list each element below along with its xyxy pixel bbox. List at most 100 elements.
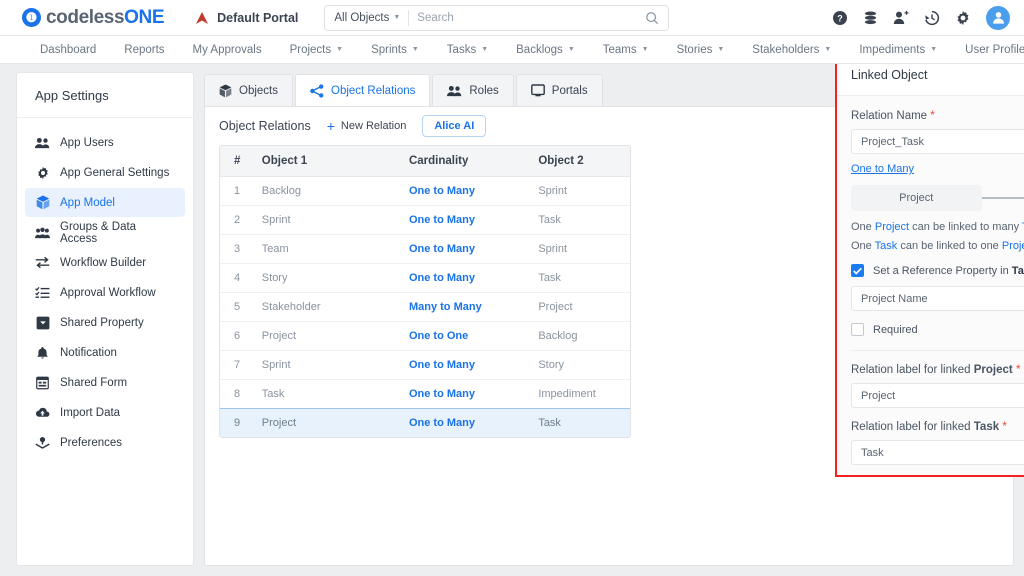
- relations-table: # Object 1 Cardinality Object 2 1 Backlo…: [220, 146, 630, 437]
- sidebar-item-app-users[interactable]: App Users: [25, 128, 185, 157]
- required-checkbox-row[interactable]: Required: [851, 323, 1024, 336]
- reference-property-checkbox[interactable]: [851, 264, 864, 277]
- chevron-down-icon: ▼: [336, 46, 344, 53]
- required-asterisk: *: [1002, 421, 1007, 433]
- table-row[interactable]: 2 Sprint One to Many Task: [220, 205, 630, 235]
- sidebar-item-workflow-builder[interactable]: Workflow Builder: [25, 248, 185, 277]
- linked-object-panel: Linked Object Save ••• Relation Name * O…: [835, 64, 1024, 477]
- relation-name-input[interactable]: [851, 129, 1024, 154]
- cell-cardinality[interactable]: One to Many: [408, 234, 539, 264]
- required-label: Required: [873, 323, 918, 336]
- cell-cardinality[interactable]: Many to Many: [408, 292, 539, 322]
- reference-property-select[interactable]: Project Name ▼: [851, 286, 1024, 311]
- database-icon[interactable]: [863, 10, 878, 26]
- relations-table-wrapper: # Object 1 Cardinality Object 2 1 Backlo…: [219, 145, 631, 438]
- sidebar-item-approval-workflow[interactable]: Approval Workflow: [25, 278, 185, 307]
- cell-cardinality[interactable]: One to One: [408, 321, 539, 351]
- brand-logo[interactable]: ❶ codelessONE: [22, 7, 165, 29]
- column-header-num[interactable]: #: [220, 146, 262, 177]
- table-row[interactable]: 3 Team One to Many Sprint: [220, 234, 630, 264]
- linked-object-title: Linked Object: [851, 67, 928, 82]
- top-header: ❶ codelessONE Default Portal All Objects…: [0, 0, 1024, 36]
- table-row[interactable]: 5 Stakeholder Many to Many Project: [220, 292, 630, 322]
- cell-cardinality[interactable]: One to Many: [408, 350, 539, 380]
- app-window: ❶ codelessONE Default Portal All Objects…: [0, 0, 1024, 576]
- required-checkbox[interactable]: [851, 323, 864, 336]
- sidebar-item-import-data[interactable]: Import Data: [25, 398, 185, 427]
- cell-num: 3: [220, 234, 262, 264]
- gear-icon[interactable]: [955, 10, 971, 26]
- add-user-icon[interactable]: [893, 10, 909, 26]
- chevron-down-icon: ▼: [824, 46, 832, 53]
- sidebar-item-app-general-settings[interactable]: App General Settings: [25, 158, 185, 187]
- cell-cardinality[interactable]: One to Many: [408, 205, 539, 235]
- nav-item-user-profiles[interactable]: User Profiles▼: [951, 44, 1024, 56]
- sidebar-item-shared-property[interactable]: Shared Property: [25, 308, 185, 337]
- tab-objects[interactable]: Objects: [204, 74, 293, 106]
- form-icon: [35, 376, 50, 390]
- avatar[interactable]: [986, 5, 1010, 30]
- nav-item-projects[interactable]: Projects ▼: [276, 44, 357, 56]
- cell-cardinality[interactable]: One to Many: [408, 176, 539, 206]
- table-row[interactable]: 6 Project One to One Backlog: [220, 321, 630, 351]
- table-row[interactable]: 7 Sprint One to Many Story: [220, 350, 630, 380]
- nav-item-sprints[interactable]: Sprints ▼: [357, 44, 433, 56]
- table-row-selected[interactable]: 9 Project One to Many Task: [220, 407, 630, 437]
- nav-item-stories[interactable]: Stories ▼: [663, 44, 739, 56]
- column-header-cardinality[interactable]: Cardinality: [408, 146, 539, 177]
- column-header-object1[interactable]: Object 1: [261, 146, 409, 177]
- linked-object-body: Relation Name * One to Many Project: [837, 96, 1024, 475]
- sidebar-item-notification[interactable]: Notification: [25, 338, 185, 367]
- tab-roles[interactable]: Roles: [432, 74, 514, 106]
- reference-property-checkbox-row[interactable]: Set a Reference Property in Task?: [851, 264, 1024, 277]
- sidebar-item-preferences[interactable]: Preferences: [25, 428, 185, 457]
- bell-icon: [35, 346, 50, 360]
- search-icon[interactable]: [645, 11, 659, 25]
- relation-label-right-input[interactable]: [851, 440, 1024, 465]
- alice-ai-button[interactable]: Alice AI: [422, 115, 487, 137]
- search-scope-dropdown[interactable]: All Objects ▼: [334, 12, 400, 24]
- portal-selector[interactable]: Default Portal: [194, 11, 298, 25]
- relation-diagram: Project Task: [851, 185, 1024, 211]
- nav-item-teams[interactable]: Teams ▼: [589, 44, 663, 56]
- group-access-icon: [35, 227, 50, 239]
- column-header-object2[interactable]: Object 2: [538, 146, 630, 177]
- nav-item-my-approvals[interactable]: My Approvals: [179, 44, 276, 56]
- nav-item-tasks[interactable]: Tasks ▼: [433, 44, 502, 56]
- cell-cardinality[interactable]: One to Many: [408, 408, 539, 437]
- table-row[interactable]: 1 Backlog One to Many Sprint: [220, 176, 630, 206]
- new-relation-button[interactable]: + New Relation: [327, 119, 407, 133]
- tab-portals[interactable]: Portals: [515, 74, 603, 106]
- table-header-row: # Object 1 Cardinality Object 2: [220, 146, 630, 177]
- nav-item-backlogs[interactable]: Backlogs ▼: [502, 44, 589, 56]
- plus-icon: +: [326, 118, 335, 134]
- search-input[interactable]: [417, 11, 646, 24]
- cell-cardinality[interactable]: One to Many: [408, 263, 539, 293]
- nav-item-reports[interactable]: Reports: [110, 44, 178, 56]
- cell-object1: Stakeholder: [261, 292, 409, 322]
- users-icon: [35, 137, 50, 149]
- cell-num: 8: [220, 379, 262, 409]
- nav-item-stakeholders[interactable]: Stakeholders ▼: [738, 44, 845, 56]
- nav-item-dashboard[interactable]: Dashboard: [26, 44, 110, 56]
- sidebar-item-groups-data-access[interactable]: Groups & Data Access: [25, 218, 185, 247]
- checklist-icon: [35, 286, 50, 299]
- sidebar-item-app-model[interactable]: App Model: [25, 188, 185, 217]
- tab-object-relations[interactable]: Object Relations: [295, 74, 431, 106]
- help-icon[interactable]: ?: [832, 10, 848, 26]
- diagram-object-left[interactable]: Project: [851, 185, 982, 211]
- monitor-icon: [530, 84, 545, 97]
- cell-object1: Sprint: [261, 350, 409, 380]
- sidebar-item-label: Import Data: [60, 406, 121, 419]
- sidebar-item-shared-form[interactable]: Shared Form: [25, 368, 185, 397]
- table-row[interactable]: 4 Story One to Many Task: [220, 263, 630, 293]
- search-bar[interactable]: All Objects ▼: [324, 4, 670, 31]
- relation-label-left-input[interactable]: [851, 383, 1024, 408]
- sidebar-item-label: App Users: [60, 136, 114, 149]
- history-icon[interactable]: [924, 10, 940, 26]
- relation-name-label: Relation Name *: [851, 110, 935, 122]
- nav-item-impediments[interactable]: Impediments ▼: [845, 44, 951, 56]
- cell-cardinality[interactable]: One to Many: [408, 379, 539, 409]
- cardinality-link[interactable]: One to Many: [851, 163, 914, 175]
- table-row[interactable]: 8 Task One to Many Impediment: [220, 379, 630, 409]
